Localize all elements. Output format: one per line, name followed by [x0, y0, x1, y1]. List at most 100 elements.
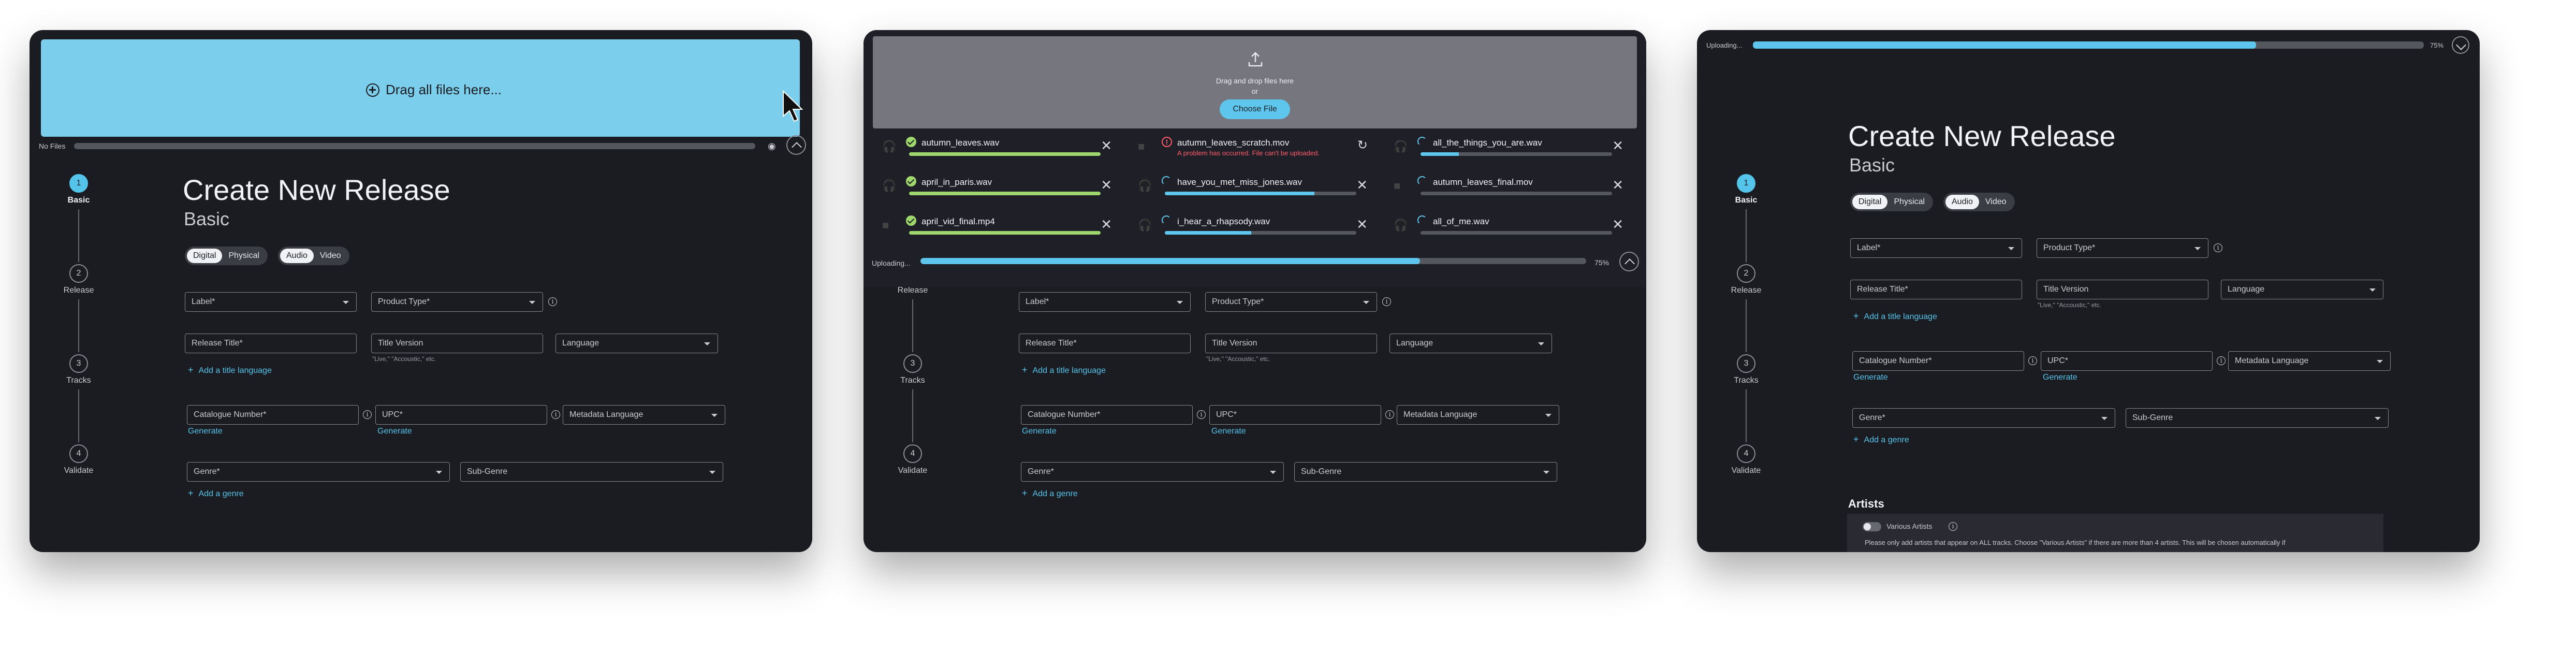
step-4-indicator[interactable]: 4	[1737, 444, 1755, 463]
collapse-button[interactable]	[786, 135, 806, 155]
info-icon[interactable]: i	[2214, 243, 2222, 252]
format-option-physical[interactable]: Physical	[1887, 195, 1931, 209]
retry-icon[interactable]: ↻	[1357, 139, 1368, 152]
upload-progress-bar	[920, 258, 1586, 264]
close-icon[interactable]: ✕	[1101, 139, 1112, 152]
close-icon[interactable]: ✕	[1101, 178, 1112, 192]
upc-input[interactable]: UPC*	[1209, 405, 1381, 425]
metadata-language-select[interactable]: Metadata Language	[1397, 405, 1559, 425]
info-icon[interactable]: i	[551, 410, 560, 419]
info-icon[interactable]: i	[548, 297, 557, 306]
label-select[interactable]: Label*	[1019, 292, 1191, 312]
format-option-digital[interactable]: Digital	[1852, 195, 1888, 209]
format-option-physical[interactable]: Physical	[222, 249, 266, 263]
file-item: 🎧 april_in_paris.wav ✕	[873, 171, 1119, 207]
title-version-input[interactable]: Title Version	[1205, 334, 1377, 353]
drop-area[interactable]: Drag and drop files here or Choose File	[873, 36, 1637, 128]
catalogue-number-input[interactable]: Catalogue Number*	[1852, 351, 2024, 371]
media-option-video[interactable]: Video	[1979, 195, 2013, 209]
title-version-input[interactable]: Title Version	[2037, 280, 2208, 299]
close-icon[interactable]: ✕	[1612, 218, 1623, 231]
generate-upc-link[interactable]: Generate	[2043, 373, 2077, 382]
close-icon[interactable]: ✕	[1356, 178, 1368, 192]
choose-file-button[interactable]: Choose File	[1220, 99, 1290, 119]
product-type-select[interactable]: Product Type*	[371, 292, 543, 312]
file-progress-fill	[909, 192, 1101, 195]
step-3-indicator[interactable]: 3	[69, 354, 88, 373]
release-title-input[interactable]: Release Title*	[1019, 334, 1191, 353]
add-title-language-link[interactable]: + Add a title language	[1853, 311, 1937, 322]
media-toggle[interactable]: AudioVideo	[278, 247, 349, 265]
media-option-video[interactable]: Video	[314, 249, 347, 263]
info-icon[interactable]: i	[2217, 356, 2226, 365]
genre-select[interactable]: Genre*	[1021, 462, 1284, 482]
subgenre-select[interactable]: Sub-Genre	[2126, 408, 2389, 428]
label-select[interactable]: Label*	[185, 292, 357, 312]
product-type-select[interactable]: Product Type*	[1205, 292, 1377, 312]
label-select-placeholder: Label*	[1857, 243, 1881, 252]
step-2-indicator[interactable]: 2	[1737, 264, 1755, 283]
step-1-indicator[interactable]: 1	[69, 174, 88, 193]
label-select[interactable]: Label*	[1850, 238, 2022, 258]
catalogue-number-input[interactable]: Catalogue Number*	[1021, 405, 1193, 425]
add-genre-link[interactable]: + Add a genre	[188, 488, 244, 499]
various-artists-toggle[interactable]	[1863, 522, 1881, 531]
upc-input[interactable]: UPC*	[375, 405, 547, 425]
close-icon[interactable]: ✕	[1612, 139, 1623, 152]
genre-select[interactable]: Genre*	[1852, 408, 2115, 428]
close-icon[interactable]: ✕	[1356, 218, 1368, 231]
chevron-down-icon	[1177, 301, 1183, 304]
close-icon[interactable]: ✕	[1101, 218, 1112, 231]
genre-select[interactable]: Genre*	[187, 462, 450, 482]
step-4-indicator[interactable]: 4	[903, 444, 922, 463]
step-3-indicator[interactable]: 3	[1737, 354, 1755, 373]
generate-catalogue-link[interactable]: Generate	[188, 427, 223, 436]
info-icon[interactable]: i	[1949, 522, 1957, 531]
info-icon[interactable]: i	[1197, 410, 1206, 419]
title-version-input[interactable]: Title Version	[371, 334, 543, 353]
media-toggle[interactable]: AudioVideo	[1943, 193, 2015, 211]
step-1-indicator[interactable]: 1	[1737, 174, 1755, 193]
format-toggle[interactable]: DigitalPhysical	[185, 247, 268, 265]
release-title-input[interactable]: Release Title*	[1850, 280, 2022, 299]
release-title-input[interactable]: Release Title*	[185, 334, 357, 353]
various-artists-label: Various Artists	[1886, 522, 1933, 530]
step-2-indicator[interactable]: 2	[69, 264, 88, 283]
upc-input[interactable]: UPC*	[2041, 351, 2213, 371]
catalogue-number-input[interactable]: Catalogue Number*	[187, 405, 359, 425]
dropzone[interactable]: Drag all files here...	[41, 39, 803, 137]
generate-upc-link[interactable]: Generate	[377, 427, 412, 436]
info-icon[interactable]: i	[1385, 410, 1394, 419]
close-icon[interactable]: ✕	[1612, 178, 1623, 192]
language-select[interactable]: Language	[2221, 280, 2383, 299]
collapse-button[interactable]	[1619, 252, 1639, 271]
step-3-indicator[interactable]: 3	[903, 354, 922, 373]
product-type-select[interactable]: Product Type*	[2037, 238, 2208, 258]
media-option-audio[interactable]: Audio	[280, 249, 314, 263]
info-icon[interactable]: i	[1382, 297, 1391, 306]
language-select[interactable]: Language	[555, 334, 718, 353]
generate-catalogue-link[interactable]: Generate	[1853, 373, 1888, 382]
format-option-digital[interactable]: Digital	[187, 249, 223, 263]
add-genre-link[interactable]: + Add a genre	[1022, 488, 1078, 499]
eye-icon[interactable]: ◉	[768, 141, 776, 152]
metadata-language-select[interactable]: Metadata Language	[2228, 351, 2391, 371]
format-toggle[interactable]: DigitalPhysical	[1850, 193, 1934, 211]
add-genre-link[interactable]: + Add a genre	[1853, 434, 1909, 445]
file-progress-fill	[1165, 231, 1251, 235]
language-select-placeholder: Language	[2228, 285, 2265, 294]
generate-upc-link[interactable]: Generate	[1211, 427, 1246, 436]
add-title-language-link[interactable]: + Add a title language	[1022, 365, 1106, 375]
add-title-language-link[interactable]: + Add a title language	[188, 365, 272, 375]
generate-catalogue-link[interactable]: Generate	[1022, 427, 1057, 436]
step-connector	[78, 389, 79, 442]
info-icon[interactable]: i	[2028, 356, 2037, 365]
language-select[interactable]: Language	[1389, 334, 1552, 353]
expand-button[interactable]	[2452, 36, 2469, 54]
media-option-audio[interactable]: Audio	[1945, 195, 1979, 209]
info-icon[interactable]: i	[363, 410, 372, 419]
step-4-indicator[interactable]: 4	[69, 444, 88, 463]
subgenre-select[interactable]: Sub-Genre	[1294, 462, 1557, 482]
metadata-language-select[interactable]: Metadata Language	[563, 405, 725, 425]
subgenre-select[interactable]: Sub-Genre	[460, 462, 723, 482]
